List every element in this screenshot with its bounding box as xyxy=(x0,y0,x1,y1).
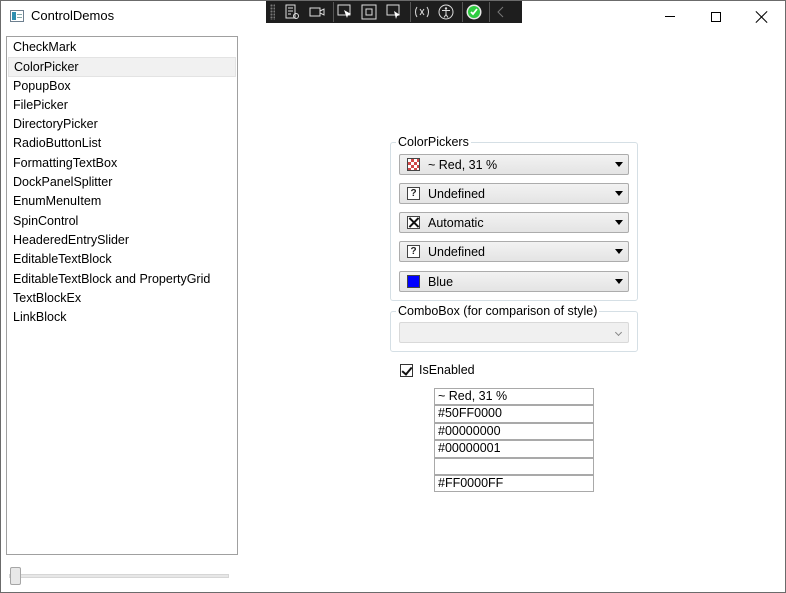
comparison-combobox[interactable] xyxy=(399,322,629,343)
automatic-swatch-icon xyxy=(407,216,420,229)
select-element-icon[interactable] xyxy=(333,2,355,22)
color-value-textbox-2[interactable]: #50FF0000 xyxy=(434,405,594,423)
combobox-group: ComboBox (for comparison of style) xyxy=(390,303,638,352)
chevron-down-icon xyxy=(614,328,623,337)
checkbox-checked-icon[interactable] xyxy=(400,363,413,377)
undefined-swatch-icon: ? xyxy=(407,245,420,258)
list-item-editabletextblock-and-propertygrid[interactable]: EditableTextBlock and PropertyGrid xyxy=(7,270,237,289)
list-item-colorpicker[interactable]: ColorPicker xyxy=(8,57,236,77)
minimize-icon xyxy=(665,16,675,17)
color-picker-1[interactable]: ~ Red, 31 % xyxy=(399,154,629,175)
list-item-checkmark[interactable]: CheckMark xyxy=(7,38,237,57)
maximize-icon xyxy=(711,11,721,22)
color-value-textbox-4[interactable]: #00000001 xyxy=(434,440,594,458)
dropdown-arrow-icon xyxy=(615,249,623,254)
color-picker-text: Automatic xyxy=(428,215,484,230)
color-picker-text: ~ Red, 31 % xyxy=(428,157,498,172)
color-picker-4[interactable]: ? Undefined xyxy=(399,241,629,262)
blue-swatch-icon xyxy=(407,275,420,288)
slider-track[interactable] xyxy=(9,574,229,578)
list-item-popupbox[interactable]: PopupBox xyxy=(7,77,237,96)
combobox-group-label: ComboBox (for comparison of style) xyxy=(396,303,600,319)
dropdown-arrow-icon xyxy=(615,162,623,167)
color-picker-5[interactable]: Blue xyxy=(399,271,629,292)
color-value-textbox-6[interactable]: #FF0000FF xyxy=(434,474,594,493)
accessibility-icon[interactable] xyxy=(435,2,457,22)
list-item-filepicker[interactable]: FilePicker xyxy=(7,96,237,115)
colorpickers-group-label: ColorPickers xyxy=(396,134,471,150)
window-title: ControlDemos xyxy=(31,8,115,23)
track-focus-icon[interactable] xyxy=(383,2,405,22)
list-item-headeredentryslider[interactable]: HeaderedEntrySlider xyxy=(7,231,237,250)
close-button[interactable] xyxy=(739,1,785,32)
color-picker-text: Undefined xyxy=(428,186,485,201)
main-window: ControlDemos CheckMark ColorPicker Popup… xyxy=(0,0,786,593)
color-value-textbox-1[interactable]: ~ Red, 31 % xyxy=(434,388,594,406)
zoom-slider[interactable] xyxy=(9,566,231,586)
color-value-textboxes: ~ Red, 31 % #50FF0000 #00000000 #00000001 #F… xyxy=(434,388,594,493)
color-value-textbox-5[interactable] xyxy=(434,457,594,475)
list-item-linkblock[interactable]: LinkBlock xyxy=(7,308,237,327)
xaml-debug-toolbar xyxy=(266,1,522,23)
color-picker-text: Undefined xyxy=(428,244,485,259)
dropdown-arrow-icon xyxy=(615,220,623,225)
minimize-button[interactable] xyxy=(647,1,693,32)
dropdown-arrow-icon xyxy=(615,191,623,196)
list-item-enummenuitem[interactable]: EnumMenuItem xyxy=(7,192,237,211)
list-item-textblockex[interactable]: TextBlockEx xyxy=(7,289,237,308)
list-item-directorypicker[interactable]: DirectoryPicker xyxy=(7,115,237,134)
color-value-textbox-3[interactable]: #00000000 xyxy=(434,422,594,441)
app-icon xyxy=(10,10,24,22)
record-icon[interactable] xyxy=(306,2,328,22)
demo-list[interactable]: CheckMark ColorPicker PopupBox FilePicker Di… xyxy=(6,36,238,555)
display-adorners-icon[interactable] xyxy=(358,2,380,22)
dropdown-arrow-icon xyxy=(615,279,623,284)
collapse-chevron-icon[interactable] xyxy=(489,2,511,22)
list-item-editabletextblock[interactable]: EditableTextBlock xyxy=(7,250,237,269)
undefined-swatch-icon: ? xyxy=(407,187,420,200)
binding-failures-icon[interactable] xyxy=(410,2,432,22)
toolbar-grip-icon[interactable] xyxy=(270,4,275,20)
isenabled-label: IsEnabled xyxy=(419,363,475,377)
maximize-button[interactable] xyxy=(693,1,739,32)
list-item-dockpanelsplitter[interactable]: DockPanelSplitter xyxy=(7,173,237,192)
list-item-radiobuttonlist[interactable]: RadioButtonList xyxy=(7,134,237,153)
close-icon xyxy=(756,11,768,23)
isenabled-checkbox[interactable]: IsEnabled xyxy=(400,362,475,378)
check-circle-icon[interactable] xyxy=(462,2,484,22)
color-picker-2[interactable]: ? Undefined xyxy=(399,183,629,204)
slider-thumb[interactable] xyxy=(10,567,21,585)
color-picker-3[interactable]: Automatic xyxy=(399,212,629,233)
live-visual-tree-icon[interactable] xyxy=(281,2,303,22)
colorpickers-group: ColorPickers ~ Red, 31 %? Undefined Automa… xyxy=(390,134,638,301)
color-picker-text: Blue xyxy=(428,274,454,289)
list-item-formattingtextbox[interactable]: FormattingTextBox xyxy=(7,154,237,173)
checker-swatch-icon xyxy=(407,158,420,171)
list-item-spincontrol[interactable]: SpinControl xyxy=(7,212,237,231)
